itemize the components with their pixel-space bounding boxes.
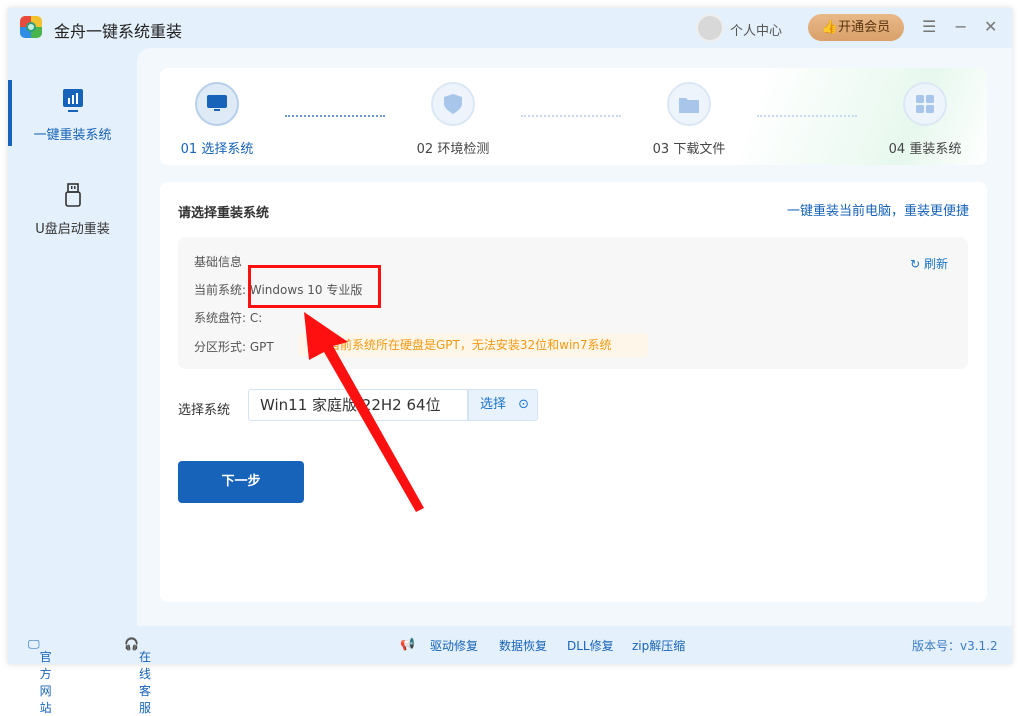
website-label: 官方网站 <box>39 650 52 715</box>
step-label: 01 选择系统 <box>180 142 254 157</box>
menu-icon[interactable]: ☰ <box>922 17 936 36</box>
refresh-label: 刷新 <box>923 257 948 271</box>
partition-label: 分区形式: <box>194 340 247 354</box>
refresh-icon: ↻ <box>910 257 921 271</box>
vip-button[interactable]: 👍开通会员 <box>808 14 904 41</box>
highlight-box <box>248 265 381 308</box>
thumbs-up-icon: 👍 <box>821 20 839 35</box>
step-reinstall-system: 04 重装系统 <box>880 82 970 157</box>
monitor-chart-icon <box>62 89 83 112</box>
step-progress: 01 选择系统 02 环境检测 03 下载文件 04 重装系统 <box>160 68 987 165</box>
version-label: 版本号：v3.1.2 <box>912 639 998 653</box>
current-system-label: 当前系统: <box>194 283 247 297</box>
zip-link[interactable]: zip解压缩 <box>632 637 685 654</box>
sidebar-item-one-click-reinstall[interactable]: 一键重装系统 <box>8 88 137 143</box>
dll-repair-link[interactable]: DLL修复 <box>567 637 614 654</box>
step-label: 04 重装系统 <box>888 142 962 157</box>
next-step-button[interactable]: 下一步 <box>178 461 304 503</box>
app-window: 金舟一键系统重装 个人中心 👍开通会员 ☰ − ✕ 一键重装系统 U盘启动重装 … <box>8 8 1012 715</box>
minimize-button[interactable]: − <box>954 17 967 36</box>
sidebar: 一键重装系统 U盘启动重装 <box>8 48 137 618</box>
gpt-warning: 当前系统所在硬盘是GPT，无法安装32位和win7系统 <box>298 333 648 357</box>
sidebar-item-usb-reinstall[interactable]: U盘启动重装 <box>8 182 137 237</box>
chevron-right-circle-icon: ⊙ <box>518 397 530 412</box>
driver-repair-link[interactable]: 驱动修复 <box>430 637 478 654</box>
megaphone-icon: 📢 <box>400 637 415 651</box>
usb-icon <box>64 183 81 207</box>
step-select-system: 01 选择系统 <box>172 82 262 157</box>
main-content: 01 选择系统 02 环境检测 03 下载文件 04 重装系统 请选择重装系统 … <box>137 48 1012 626</box>
windows-icon <box>916 95 934 113</box>
select-button-label: 选择 <box>480 397 507 412</box>
step-connector <box>521 115 621 117</box>
one-click-reinstall-link[interactable]: 一键重装当前电脑，重装更便捷 <box>787 200 969 219</box>
card-title: 请选择重装系统 <box>178 206 270 221</box>
title-bar: 金舟一键系统重装 个人中心 👍开通会员 ☰ − ✕ <box>8 8 1012 48</box>
user-center-link[interactable]: 个人中心 <box>730 20 782 39</box>
vip-label: 开通会员 <box>838 20 891 35</box>
shield-icon <box>444 94 462 114</box>
basic-info-panel: 基础信息 ↻ 刷新 当前系统: Windows 10 专业版 系统盘符: C: … <box>178 237 968 369</box>
app-title: 金舟一键系统重装 <box>54 22 183 41</box>
info-heading: 基础信息 <box>194 255 243 269</box>
data-recovery-link[interactable]: 数据恢复 <box>499 637 547 654</box>
service-label: 在线客服 <box>138 650 151 715</box>
customer-service-link[interactable]: 🎧 在线客服 <box>124 637 151 715</box>
refresh-button[interactable]: ↻ 刷新 <box>910 255 948 272</box>
select-system-label: 选择系统 <box>178 403 231 418</box>
system-select-input[interactable]: Win11 家庭版 22H2 64位 <box>248 389 468 421</box>
step-download-files: 03 下载文件 <box>644 82 734 157</box>
step-connector <box>757 115 857 117</box>
system-select-card: 请选择重装系统 一键重装当前电脑，重装更便捷 基础信息 ↻ 刷新 当前系统: W… <box>160 182 987 602</box>
sidebar-item-label: U盘启动重装 <box>35 222 110 237</box>
step-label: 03 下载文件 <box>652 142 726 157</box>
drive-value: C: <box>249 311 263 325</box>
folder-icon <box>679 97 699 113</box>
select-button[interactable]: 选择 ⊙ <box>468 389 538 421</box>
step-environment-check: 02 环境检测 <box>408 82 498 157</box>
step-label: 02 环境检测 <box>416 142 490 157</box>
app-logo <box>20 16 42 38</box>
close-button[interactable]: ✕ <box>984 17 997 36</box>
monitor-icon <box>207 95 227 111</box>
partition-value: GPT <box>249 340 274 354</box>
avatar[interactable] <box>696 14 724 42</box>
website-link[interactable]: 🖵 官方网站 <box>28 637 52 715</box>
sidebar-item-label: 一键重装系统 <box>33 128 112 143</box>
drive-label: 系统盘符: <box>194 311 247 325</box>
step-connector <box>285 115 385 117</box>
footer: 🖵 官方网站 🎧 在线客服 📢 驱动修复 数据恢复 DLL修复 zip解压缩 版… <box>8 626 1012 715</box>
